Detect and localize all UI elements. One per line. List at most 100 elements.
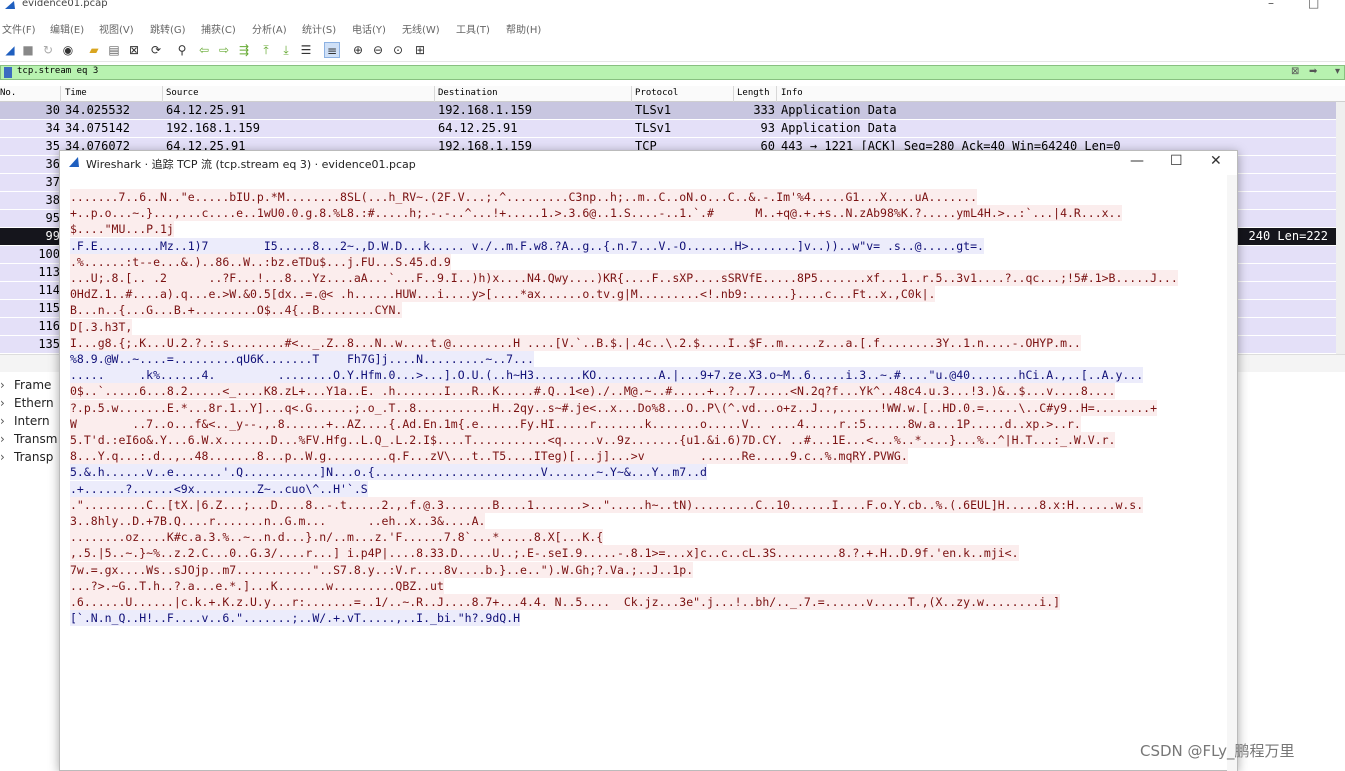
stream-line-client: ........oz....K#c.a.3.%..~..n.d...}.n/..… (70, 529, 604, 546)
stream-line-client: 7w.=.gx....Ws..sJOjp..m7..........."..S7… (70, 561, 694, 578)
packet-no: 113 (38, 265, 60, 279)
packet-no: 116 (38, 319, 60, 333)
packet-no: 38 (45, 193, 60, 207)
autoscroll-icon[interactable]: ☰ (298, 42, 314, 58)
column-length[interactable]: Length (737, 88, 770, 98)
stop-icon[interactable]: ■ (20, 42, 36, 58)
bookmark-icon[interactable] (4, 67, 12, 78)
menu-view[interactable]: 视图(V) (99, 21, 134, 36)
watermark: CSDN @FLy_鹏程万里 (1140, 742, 1295, 760)
detail-row-tcp[interactable]: › Transm (0, 432, 57, 450)
menu-help[interactable]: 帮助(H) (506, 21, 541, 36)
detail-label: Ethern (14, 396, 54, 410)
stream-line-client: D[.3.h3T, (70, 318, 133, 335)
packet-length: 333 (753, 103, 775, 117)
packet-row[interactable]: 34 34.075142 192.168.1.159 64.12.25.91 T… (0, 120, 1336, 137)
filter-history-icon[interactable]: ▾ (1335, 66, 1340, 79)
expand-arrow-icon[interactable]: › (0, 450, 14, 464)
dialog-titlebar: Wireshark · 追踪 TCP 流 (tcp.stream eq 3) ·… (60, 151, 1237, 175)
shark-fin-start-icon[interactable]: ◢ (2, 42, 18, 58)
maximize-button[interactable]: □ (1308, 0, 1319, 10)
stream-line-server: .F.E.........Mz..1)7 I5.....8...2~.,D.W.… (70, 237, 984, 254)
menu-tools[interactable]: 工具(T) (456, 21, 490, 36)
back-icon[interactable]: ⇦ (196, 42, 212, 58)
expand-arrow-icon[interactable]: › (0, 414, 14, 428)
packet-info: 240 Len=222 (1248, 229, 1328, 243)
options-icon[interactable]: ◉ (60, 42, 76, 58)
stream-line-client: ,.5.|5..~.}~%..z.2.C...0..G.3/....r...] … (70, 545, 1019, 562)
menu-edit[interactable]: 编辑(E) (50, 21, 84, 36)
stream-scrollbar[interactable] (1227, 175, 1237, 771)
column-source[interactable]: Source (166, 88, 199, 98)
dialog-close-button[interactable]: ✕ (1210, 153, 1222, 169)
menu-telephony[interactable]: 电话(Y) (352, 21, 386, 36)
detail-row-ip[interactable]: › Intern (0, 414, 50, 432)
packet-info: Application Data (781, 121, 897, 135)
detail-row-ethernet[interactable]: › Ethern (0, 396, 54, 414)
dialog-maximize-button[interactable]: ☐ (1170, 153, 1183, 169)
packet-no: 115 (38, 301, 60, 315)
stream-line-client: 0$..`.....6...8.2.....<_....K8.zL+...Y1a… (70, 383, 1116, 400)
zoom-out-icon[interactable]: ⊖ (370, 42, 386, 58)
menu-wireless[interactable]: 无线(W) (402, 21, 440, 36)
last-packet-icon[interactable]: ⤓ (278, 42, 294, 58)
packet-no: 114 (38, 283, 60, 297)
colorize-icon[interactable]: ≡ (324, 42, 340, 58)
close-file-icon[interactable]: ⊠ (126, 42, 142, 58)
display-filter-input[interactable]: tcp.stream eq 3 (17, 66, 98, 76)
packet-no: 37 (45, 175, 60, 189)
column-info[interactable]: Info (781, 88, 803, 98)
expand-arrow-icon[interactable]: › (0, 396, 14, 410)
packet-no: 36 (45, 157, 60, 171)
expand-arrow-icon[interactable]: › (0, 378, 14, 392)
column-time[interactable]: Time (65, 88, 87, 98)
zoom-in-icon[interactable]: ⊕ (350, 42, 366, 58)
menu-capture[interactable]: 捕获(C) (201, 21, 236, 36)
open-folder-icon[interactable]: ▰ (86, 42, 102, 58)
packet-row[interactable]: 30 34.025532 64.12.25.91 192.168.1.159 T… (0, 102, 1336, 119)
menu-go[interactable]: 跳转(G) (150, 21, 186, 36)
follow-tcp-stream-dialog: Wireshark · 追踪 TCP 流 (tcp.stream eq 3) ·… (59, 150, 1238, 771)
display-filter-bar[interactable]: tcp.stream eq 3 ⊠ ➡ ▾ (0, 65, 1345, 80)
menu-statistics[interactable]: 统计(S) (302, 21, 336, 36)
find-icon[interactable]: ⚲ (174, 42, 190, 58)
first-packet-icon[interactable]: ⤒ (258, 42, 274, 58)
stream-line-server: [`.N.n_Q..H!..F....v..6.".......;..W/.+.… (70, 610, 521, 627)
column-protocol[interactable]: Protocol (635, 88, 678, 98)
main-toolbar: ◢ ■ ↻ ◉ ▰ ▤ ⊠ ⟳ ⚲ ⇦ ⇨ ⇶ ⤒ ⤓ ☰ ≡ ⊕ ⊖ ⊙ ⊞ (0, 40, 1345, 62)
save-icon[interactable]: ▤ (106, 42, 122, 58)
minimize-button[interactable]: – (1268, 0, 1274, 10)
forward-icon[interactable]: ⇨ (216, 42, 232, 58)
window-title: evidence01.pcap (22, 0, 108, 9)
zoom-normal-icon[interactable]: ⊙ (390, 42, 406, 58)
expand-arrow-icon[interactable]: › (0, 432, 14, 446)
packet-list-header: No. Time Source Destination Protocol Len… (0, 86, 1345, 102)
clear-filter-icon[interactable]: ⊠ (1291, 66, 1299, 79)
detail-row-frame[interactable]: › Frame (0, 378, 51, 396)
goto-icon[interactable]: ⇶ (236, 42, 252, 58)
stream-line-client: 8...Y.q...:.d..,..48.......8...p..W.g...… (70, 448, 908, 465)
menu-file[interactable]: 文件(F) (2, 21, 36, 36)
resize-columns-icon[interactable]: ⊞ (412, 42, 428, 58)
apply-filter-icon[interactable]: ➡ (1309, 66, 1317, 79)
stream-line-client: .......7..6..N.."e.....bIU.p.*M........8… (70, 189, 977, 205)
packet-info: Application Data (781, 103, 897, 117)
stream-line-client: I...g8.{;.K...U.2.?.:.s........#<.._.Z..… (70, 334, 1081, 351)
detail-row-tls[interactable]: › Transp (0, 450, 53, 468)
reload-icon[interactable]: ⟳ (148, 42, 164, 58)
stream-line-client: B...n..{...G...B.+.........O$..4{..B....… (70, 302, 403, 319)
restart-icon[interactable]: ↻ (40, 42, 56, 58)
stream-line-client: ...?>.~G..T.h..?.a...e.*.]...K.......w..… (70, 577, 444, 594)
dialog-minimize-button[interactable]: — (1130, 153, 1144, 169)
column-no[interactable]: No. (0, 88, 16, 98)
stream-line-client: .".........C..[tX.|6.Z...;...D....8..-.t… (70, 496, 1144, 513)
column-destination[interactable]: Destination (438, 88, 498, 98)
menu-analyze[interactable]: 分析(A) (252, 21, 287, 36)
packet-time: 34.025532 (65, 103, 131, 117)
stream-content[interactable]: .......7..6..N.."e.....bIU.p.*M........8… (70, 189, 1228, 771)
stream-line-server: %8.9.@W..~....=.........qU6K.......T Fh7… (70, 351, 534, 367)
packet-destination: 64.12.25.91 (438, 121, 518, 135)
packet-no: 34 (45, 121, 60, 135)
packet-list-scrollbar[interactable] (1336, 102, 1345, 354)
stream-line-client: .6......U......|c.k.+.K.z.U.y...r:......… (70, 594, 1061, 610)
